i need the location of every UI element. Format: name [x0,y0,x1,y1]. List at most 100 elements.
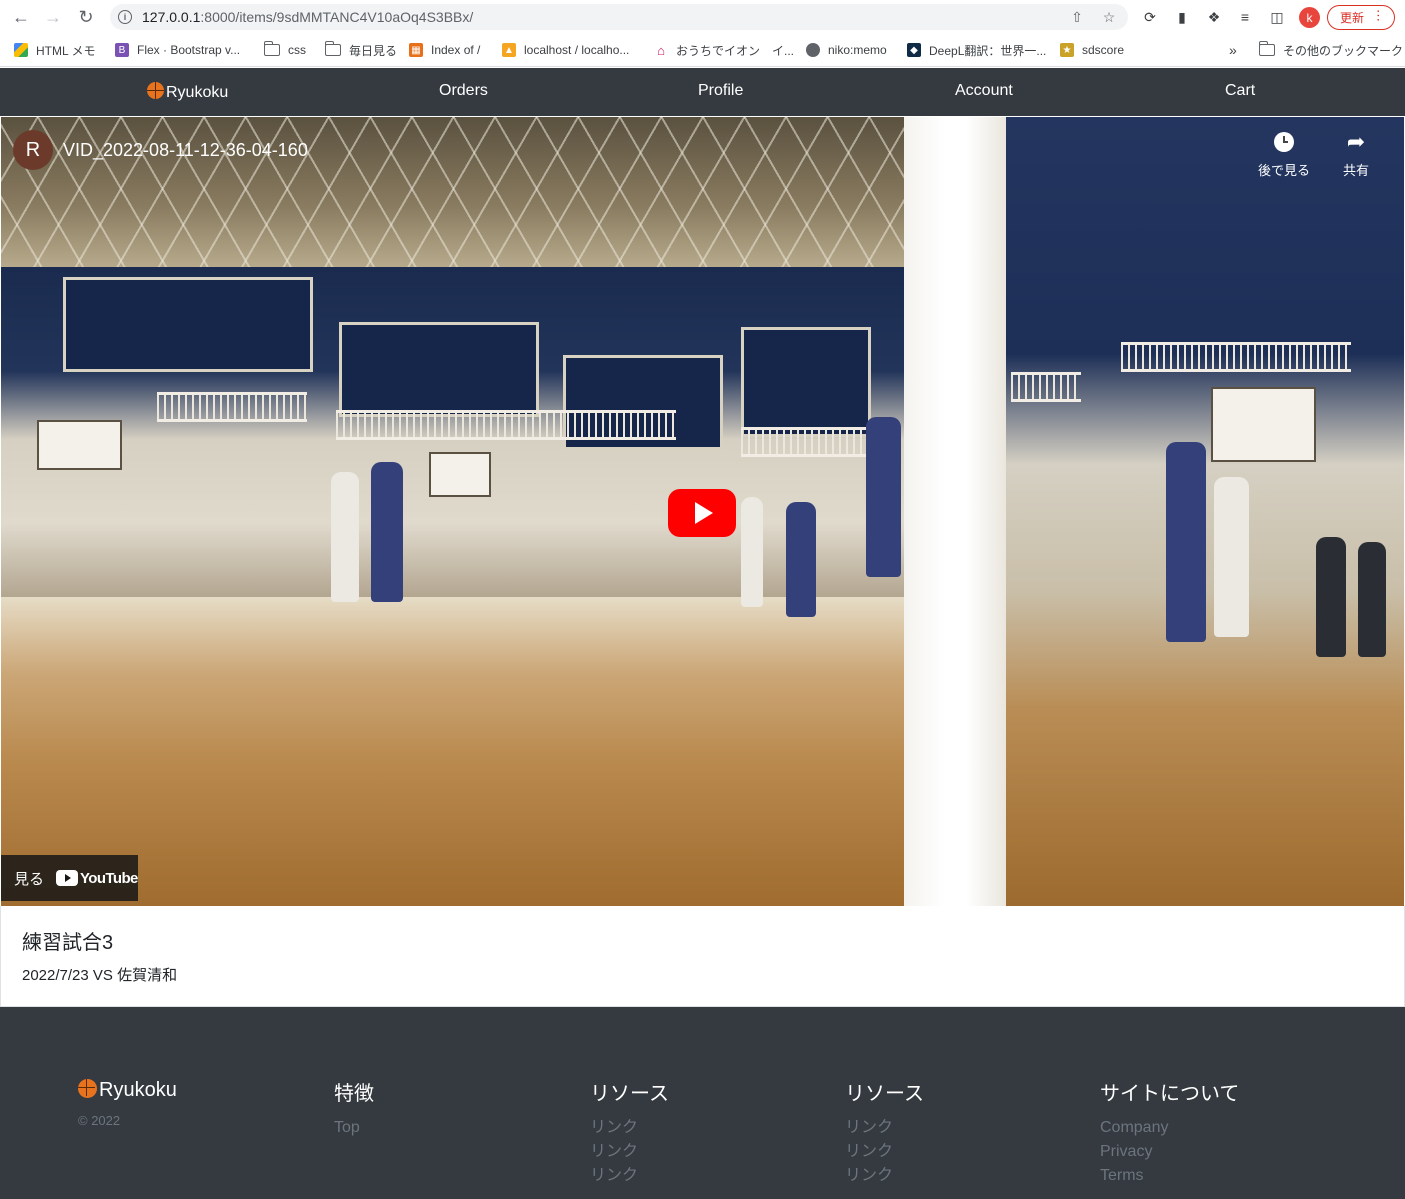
clock-icon [1274,132,1294,152]
side-panel-icon[interactable]: ◫ [1267,7,1287,27]
footer-copyright: © 2022 [78,1113,121,1128]
footer-heading: サイトについて [1100,1083,1240,1105]
play-button[interactable] [668,489,736,537]
bookmark-label: Flex · Bootstrap v... [137,43,241,57]
footer-link-privacy[interactable]: Privacy [1100,1140,1239,1164]
share-page-icon[interactable]: ⇧ [1068,8,1086,26]
video-frame-player [1214,477,1249,637]
share-label: 共有 [1342,163,1369,178]
video-frame-railing [336,410,676,440]
bookmark-item[interactable]: css [263,41,306,59]
footer-link-terms[interactable]: Terms [1100,1164,1239,1188]
footer-link[interactable]: リンク [845,1116,924,1140]
bookmark-label: その他のブックマーク [1283,43,1404,58]
footer-link-company[interactable]: Company [1100,1116,1239,1140]
phpmyadmin-icon: ▲ [502,43,516,57]
video-frame-player [1166,442,1206,642]
video-frame-player [1316,537,1346,657]
forward-icon[interactable]: → [42,6,64,28]
bookmark-label: localhost / localho... [524,43,630,57]
extensions-puzzle-icon[interactable]: ❖ [1204,7,1224,27]
bookmark-label: sdscore [1082,43,1125,57]
video-frame-backboard [1211,387,1316,462]
item-title: 練習試合3 [22,932,114,954]
bookmark-label: niko:memo [828,43,887,57]
footer-link[interactable]: リンク [590,1164,669,1188]
bookmark-item[interactable]: ▲ localhost / localho... [502,41,629,59]
update-label: 更新 [1340,11,1365,25]
watch-later-label: 後で見る [1257,163,1310,178]
bookmark-label: おうちでイオン イ... [676,43,795,58]
more-bookmarks-button[interactable]: » [1229,41,1237,59]
sdscore-icon: ★ [1060,43,1074,57]
bookmark-label: css [288,43,306,57]
video-frame-player [741,497,763,607]
bookmark-item[interactable]: ★ sdscore [1060,41,1124,59]
item-card-body: 練習試合3 2022/7/23 VS 佐賀清和 [0,906,1405,1007]
bookmark-item[interactable]: 毎日見る [324,41,397,59]
home-icon: ⌂ [657,42,665,58]
update-button[interactable]: 更新 ⋯ [1327,5,1395,30]
bookmark-item[interactable]: HTML メモ [14,41,96,59]
footer-link[interactable]: リンク [590,1140,669,1164]
other-bookmarks-folder[interactable]: その他のブックマーク [1258,41,1404,59]
item-description: 2022/7/23 VS 佐賀清和 [22,967,178,984]
footer-brand[interactable]: Ryukoku [78,1079,177,1102]
watch-on-youtube-button[interactable]: 見る YouTube [1,855,138,901]
profile-avatar[interactable]: k [1299,7,1320,28]
youtube-wordmark: YouTube [80,869,138,887]
watch-later-button[interactable]: 後で見る [1254,130,1314,179]
sync-extension-icon[interactable]: ⟳ [1140,7,1160,27]
youtube-embed[interactable]: R VID_2022-08-11-12-36-04-160 後で見る ➦ 共有 … [1,117,1404,906]
nav-link-orders[interactable]: Orders [439,82,488,100]
share-button[interactable]: ➦ 共有 [1326,129,1386,179]
site-info-icon[interactable]: i [118,10,132,24]
site-footer: Ryukoku © 2022 特徴 Top リソース リンク リンク リンク リ… [0,1007,1405,1199]
footer-heading: リソース [590,1083,669,1105]
video-frame-railing [157,392,307,422]
google-drive-icon [14,43,28,57]
bookmark-item[interactable]: niko:memo [806,41,887,59]
index-icon: ▦ [409,43,423,57]
nav-link-account[interactable]: Account [955,82,1013,100]
url-text[interactable]: 127.0.0.1:8000/items/9sdMMTANC4V10aOq4S3… [142,9,473,25]
site-navbar: Ryukoku Orders Profile Account Cart [0,68,1405,116]
footer-link[interactable]: Top [334,1116,374,1140]
share-arrow-icon: ➦ [1346,129,1366,154]
bookmark-extension-icon[interactable]: ▮ [1172,7,1192,27]
footer-link[interactable]: リンク [845,1140,924,1164]
basketball-icon [147,82,164,99]
youtube-play-icon [56,870,79,886]
reload-icon[interactable]: ↻ [75,6,97,28]
video-title[interactable]: VID_2022-08-11-12-36-04-160 [63,140,308,161]
footer-column-resources: リソース リンク リンク リンク [590,1077,669,1188]
nav-link-cart[interactable]: Cart [1225,82,1255,100]
footer-brand-label: Ryukoku [99,1079,177,1101]
bookmark-item[interactable]: B Flex · Bootstrap v... [115,41,240,59]
back-icon[interactable]: ← [10,6,32,28]
bookmarks-bar: HTML メモ B Flex · Bootstrap v... css 毎日見る… [0,34,1405,67]
bookmark-item[interactable]: ⌂ おうちでイオン イ... [654,41,794,59]
channel-avatar[interactable]: R [13,130,53,170]
video-frame-player [331,472,359,602]
watch-on-label: 見る [14,870,45,888]
footer-heading: 特徴 [334,1083,374,1105]
menu-dots-icon: ⋯ [1371,9,1386,21]
video-frame-window [741,327,871,437]
address-bar[interactable]: i 127.0.0.1:8000/items/9sdMMTANC4V10aOq4… [110,4,1128,30]
bookmark-star-icon[interactable]: ☆ [1100,8,1118,26]
footer-link[interactable]: リンク [845,1164,924,1188]
bookmark-item[interactable]: ▦ Index of / [409,41,480,59]
bookmark-label: DeepL翻訳：世界一... [929,43,1047,58]
navbar-brand[interactable]: Ryukoku [147,82,228,102]
footer-link[interactable]: リンク [590,1116,669,1140]
nav-link-profile[interactable]: Profile [698,82,743,100]
video-frame-railing [741,427,871,457]
video-frame-glare [904,117,1008,906]
bootstrap-icon: B [115,43,129,57]
footer-heading: リソース [845,1083,924,1105]
bookmark-label: Index of / [431,43,481,57]
reading-list-icon[interactable]: ≡ [1235,7,1255,27]
footer-column-features: 特徴 Top [334,1077,374,1140]
bookmark-item[interactable]: ◆ DeepL翻訳：世界一... [907,41,1046,59]
